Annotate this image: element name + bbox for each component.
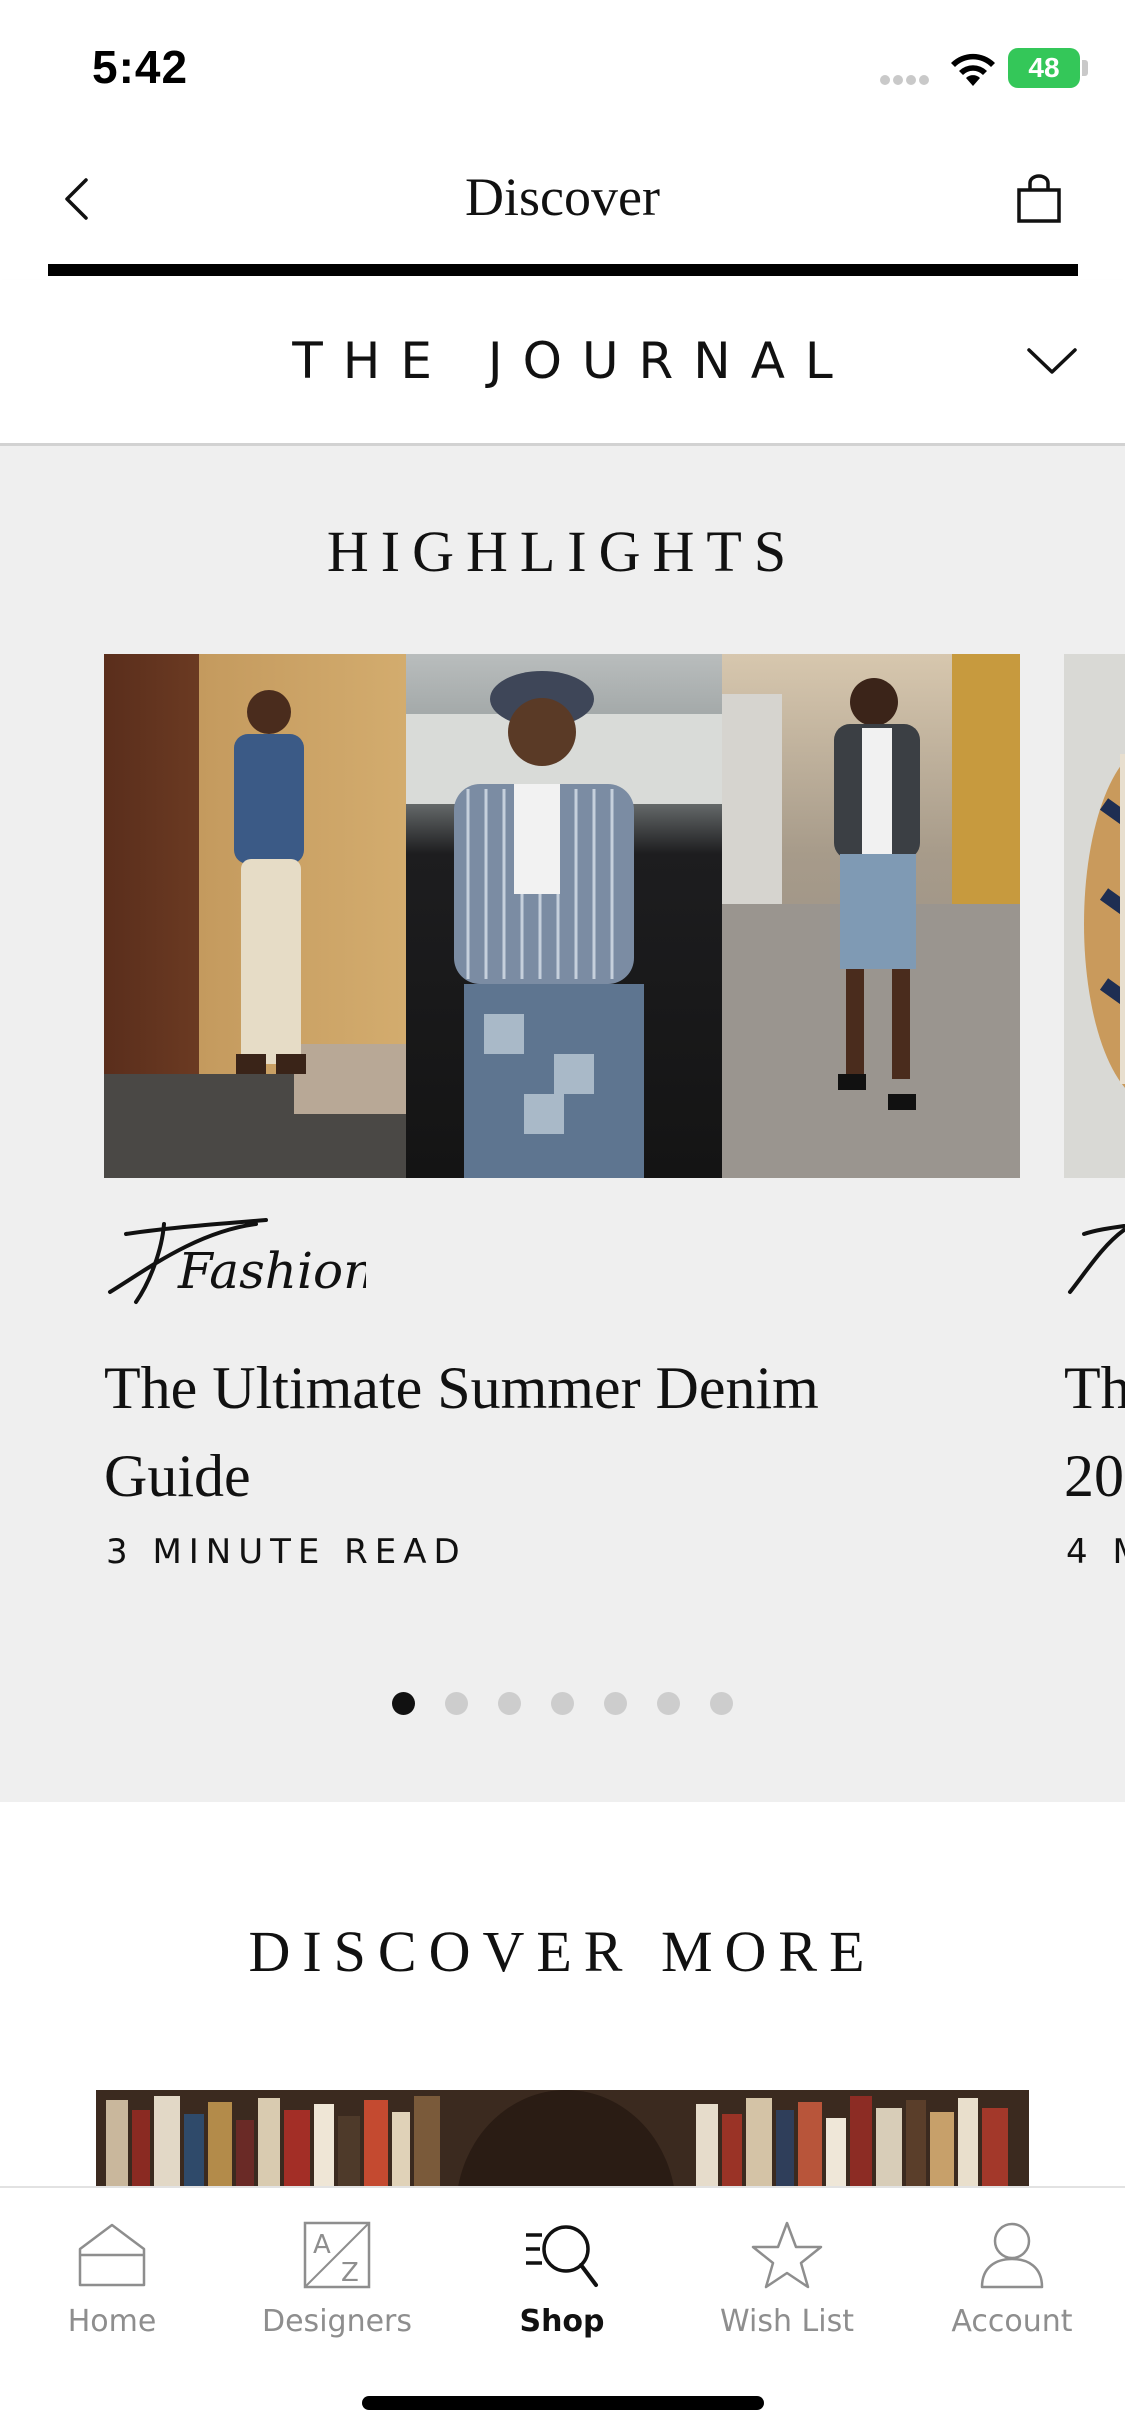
tab-label: Designers [262, 2304, 412, 2339]
journal-title: THE JOURNAL [292, 332, 853, 390]
fashion-script-label: Fashion [108, 1218, 375, 1304]
svg-text:A: A [313, 2230, 331, 2260]
read-time: 3 MINUTE READ [106, 1532, 467, 1572]
tab-designers[interactable]: A Z Designers [237, 2210, 437, 2360]
sneaker-image [1064, 654, 1125, 1178]
cellular-signal-icon [880, 72, 934, 85]
page-title: Discover [465, 167, 660, 227]
pagination-dot[interactable] [551, 1692, 574, 1715]
tab-label: Shop [519, 2304, 605, 2339]
home-indicator [362, 2396, 764, 2410]
tab-label: Wish List [720, 2304, 854, 2339]
image-panel [406, 654, 722, 1178]
pagination-dot[interactable] [657, 1692, 680, 1715]
article-title[interactable]: Th 20 [1064, 1344, 1125, 1520]
tab-account[interactable]: Account [912, 2210, 1112, 2360]
shopping-bag-button[interactable] [1010, 168, 1068, 230]
article-image[interactable] [104, 654, 1020, 1178]
svg-text:Z: Z [341, 2258, 359, 2288]
article-title-line: Th [1064, 1355, 1125, 1421]
category-script: Fashion [106, 1210, 406, 1320]
person-icon [980, 2222, 1044, 2289]
journal-selector[interactable]: THE JOURNAL [0, 280, 1125, 446]
highlights-heading: HIGHLIGHTS [326, 519, 799, 584]
carousel-pagination[interactable] [0, 1692, 1125, 1715]
discover-more-heading: DISCOVER MORE [248, 1919, 877, 1984]
pagination-dot[interactable] [710, 1692, 733, 1715]
image-panel [722, 654, 1020, 1178]
status-bar: 5:42 48 [0, 0, 1125, 132]
article-card[interactable]: Th 20 4 M [1064, 654, 1125, 1572]
highlights-section: HIGHLIGHTS Fashion The Ultimate Summer D… [0, 446, 1125, 1802]
read-time: 4 M [1066, 1532, 1125, 1572]
tab-label: Account [951, 2304, 1073, 2339]
pagination-dot[interactable] [392, 1692, 415, 1715]
article-image[interactable] [1064, 654, 1125, 1178]
status-time: 5:42 [92, 41, 189, 93]
tab-wish-list[interactable]: Wish List [687, 2210, 887, 2360]
category-script-mark [1068, 1224, 1125, 1294]
image-panel [104, 654, 406, 1178]
journal-toggle-button[interactable] [1022, 336, 1082, 386]
battery-level: 48 [1028, 52, 1060, 83]
wifi-icon [951, 53, 995, 86]
category-label: Fashion [177, 1242, 366, 1300]
article-card[interactable]: Fashion The Ultimate Summer Denim Guide … [104, 654, 1020, 1572]
article-title-line: 20 [1064, 1443, 1124, 1509]
tab-label: Home [67, 2304, 157, 2339]
nav-header: Discover [0, 132, 1125, 280]
star-icon [751, 2221, 823, 2289]
tab-home[interactable]: Home [12, 2210, 212, 2360]
battery-tip [1082, 60, 1088, 76]
home-icon [78, 2223, 146, 2287]
category-script [1066, 1210, 1125, 1320]
header-divider [48, 264, 1078, 276]
article-title[interactable]: The Ultimate Summer Denim Guide [104, 1344, 944, 1520]
shopping-bag-icon [1017, 174, 1061, 223]
pagination-dot[interactable] [498, 1692, 521, 1715]
pagination-dot[interactable] [604, 1692, 627, 1715]
battery-icon: 48 [1008, 48, 1080, 88]
pagination-dot[interactable] [445, 1692, 468, 1715]
chevron-down-icon [1027, 348, 1077, 374]
search-icon [526, 2225, 598, 2287]
tab-shop[interactable]: Shop [462, 2210, 662, 2360]
a-z-icon: A Z [303, 2221, 371, 2289]
